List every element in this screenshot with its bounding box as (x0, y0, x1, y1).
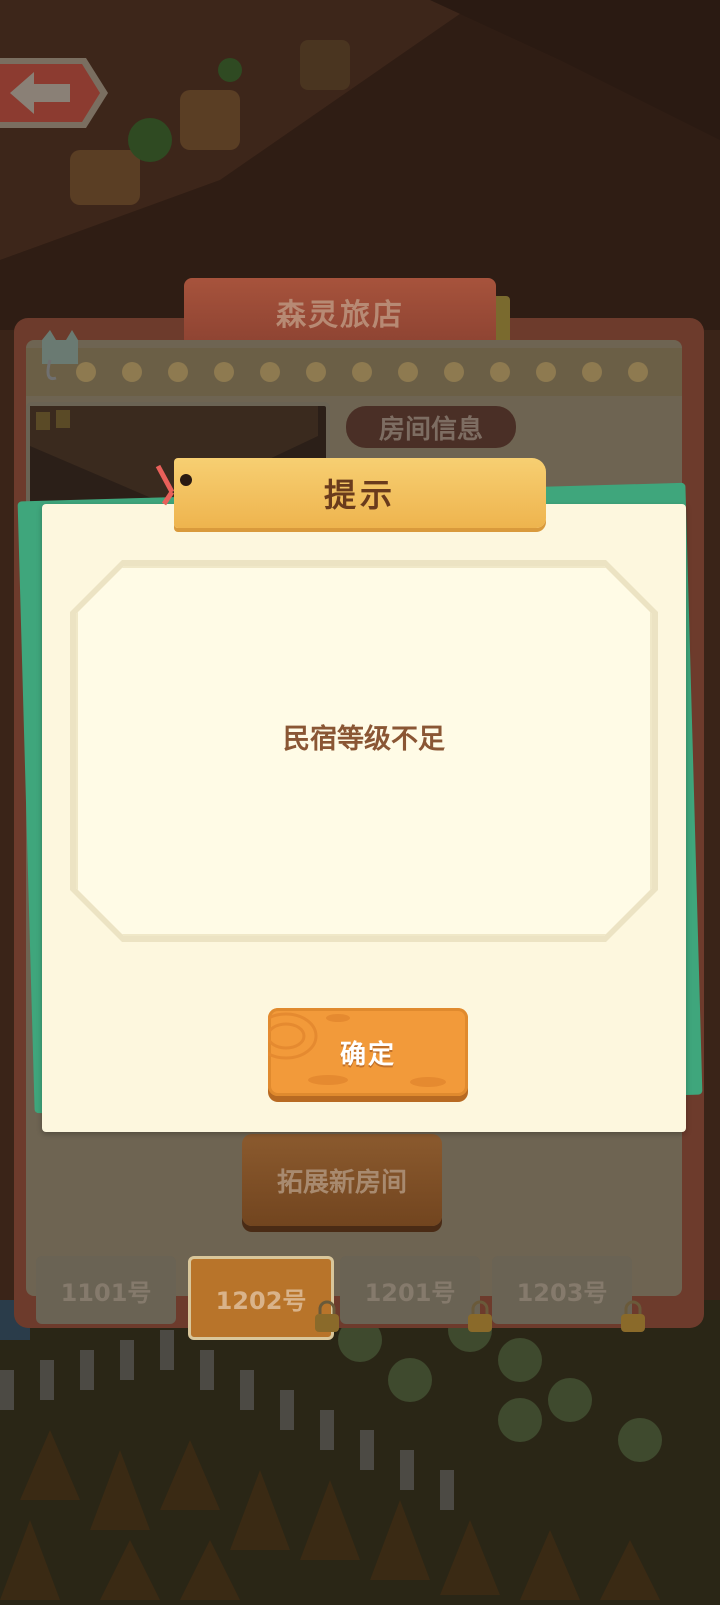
tab-room-1101[interactable]: 1101号 (36, 1256, 176, 1324)
panel-title: 森灵旅店 (184, 278, 510, 346)
lock-icon (621, 1300, 645, 1332)
tab-room-1203[interactable]: 1203号 (492, 1256, 632, 1324)
dialog-title: 提示 (174, 458, 546, 528)
back-button[interactable] (0, 52, 112, 134)
game-scene: 森灵旅店 房间信息 拓展新房间 1101号 1202号 1201号 1203号 (0, 0, 720, 1605)
dots-strip (26, 348, 682, 396)
confirm-label: 确定 (339, 1039, 396, 1070)
ribbon-pin-icon (155, 464, 192, 506)
confirm-button[interactable]: 确定 (268, 1008, 468, 1096)
lock-icon (468, 1300, 492, 1332)
tab-room-1201[interactable]: 1201号 (340, 1256, 480, 1324)
room-info-label: 房间信息 (346, 406, 516, 448)
lock-icon (315, 1300, 339, 1332)
dialog-message: 民宿等级不足 (283, 724, 445, 755)
expand-room-button[interactable]: 拓展新房间 (242, 1134, 442, 1226)
cat-clip-icon (42, 330, 78, 381)
